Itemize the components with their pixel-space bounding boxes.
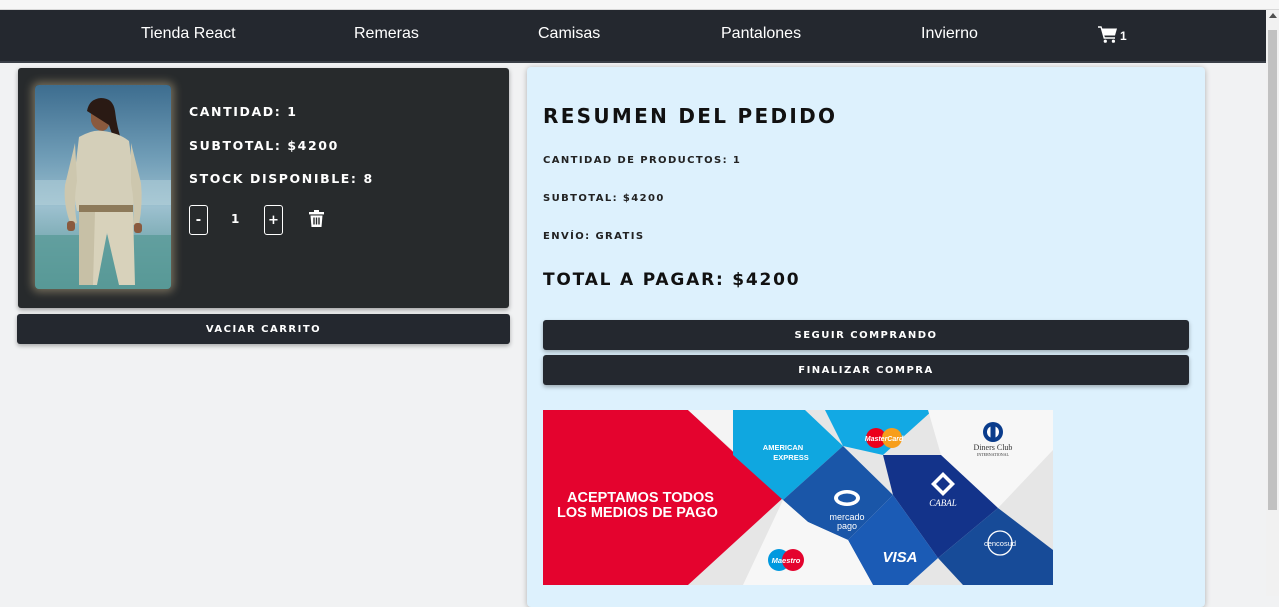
quantity-value: 1 xyxy=(231,212,240,226)
summary-total: TOTAL A PAGAR: $4200 xyxy=(543,270,801,290)
increment-button[interactable]: + xyxy=(264,205,283,235)
empty-cart-button[interactable]: VACIAR CARRITO xyxy=(17,314,510,344)
page-scrollbar[interactable] xyxy=(1266,10,1279,596)
trash-icon[interactable] xyxy=(309,210,324,227)
scrollbar-thumb[interactable] xyxy=(1268,30,1277,510)
banner-headline-1: ACEPTAMOS TODOS xyxy=(567,490,714,506)
nav-brand-link[interactable]: Tienda React xyxy=(141,24,236,44)
continue-shopping-button[interactable]: SEGUIR COMPRANDO xyxy=(543,320,1189,350)
banner-headline-2: LOS MEDIOS DE PAGO xyxy=(557,505,718,521)
amex-label-2: EXPRESS xyxy=(773,453,808,462)
summary-shipping: ENVÍO: GRATIS xyxy=(543,231,645,242)
summary-title: RESUMEN DEL PEDIDO xyxy=(543,104,838,128)
item-subtotal: SUBTOTAL: $4200 xyxy=(189,138,339,153)
mercadopago-label-2: pago xyxy=(837,521,857,531)
mastercard-label: MasterCard xyxy=(865,436,904,443)
product-image xyxy=(35,85,171,289)
summary-subtotal: SUBTOTAL: $4200 xyxy=(543,193,665,204)
nav-link-remeras[interactable]: Remeras xyxy=(354,24,419,44)
amex-label-1: AMERICAN xyxy=(763,443,803,452)
payment-methods-banner: ACEPTAMOS TODOS LOS MEDIOS DE PAGO AMERI… xyxy=(543,410,1053,585)
navbar: Tienda React Remeras Camisas Pantalones … xyxy=(0,10,1266,63)
maestro-label: Maestro xyxy=(772,556,801,565)
item-quantity: CANTIDAD: 1 xyxy=(189,104,298,119)
nav-link-pantalones[interactable]: Pantalones xyxy=(721,24,801,44)
cart-count-badge: 1 xyxy=(1120,29,1127,43)
nav-link-invierno[interactable]: Invierno xyxy=(921,24,978,44)
diners-label-2: INTERNATIONAL xyxy=(977,452,1010,457)
decrement-button[interactable]: - xyxy=(189,205,208,235)
order-summary-panel: RESUMEN DEL PEDIDO CANTIDAD DE PRODUCTOS… xyxy=(527,67,1205,607)
checkout-button[interactable]: FINALIZAR COMPRA xyxy=(543,355,1189,385)
scroll-up-arrow-icon[interactable] xyxy=(1269,13,1277,18)
cart-item-card: CANTIDAD: 1 SUBTOTAL: $4200 STOCK DISPON… xyxy=(18,68,509,308)
summary-product-count: CANTIDAD DE PRODUCTOS: 1 xyxy=(543,155,742,166)
browser-top-strip xyxy=(0,0,1279,10)
item-stock: STOCK DISPONIBLE: 8 xyxy=(189,171,374,186)
cart-icon xyxy=(1098,26,1117,43)
nav-link-camisas[interactable]: Camisas xyxy=(538,24,600,44)
diners-label-1: Diners Club xyxy=(974,443,1013,452)
visa-label: VISA xyxy=(882,549,917,566)
cabal-label: CABAL xyxy=(929,498,957,508)
cencosud-label: cencosud xyxy=(984,539,1016,548)
